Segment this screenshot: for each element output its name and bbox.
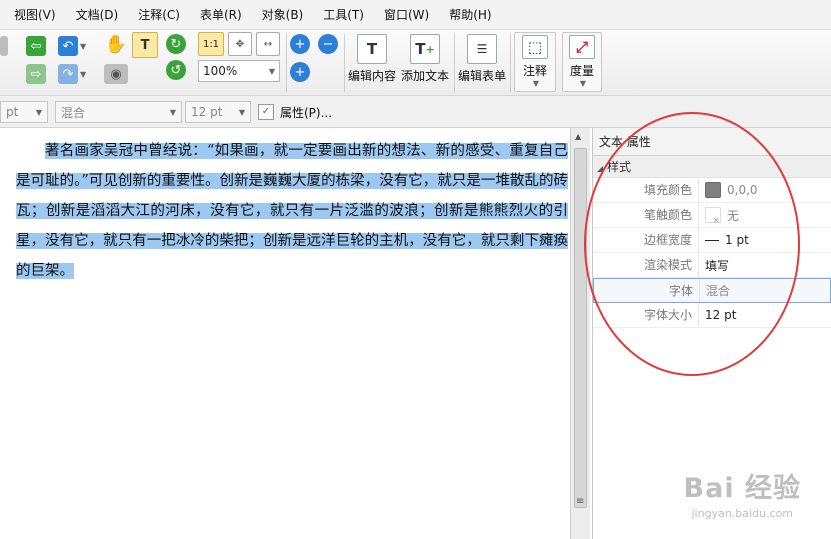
properties-button[interactable]: ✓ 属性(P)... <box>258 101 332 123</box>
rotate-ccw-icon[interactable]: ↺ <box>166 60 186 80</box>
menu-object[interactable]: 对象(B) <box>252 0 314 30</box>
zoom-in-magnifier-icon[interactable]: + <box>290 34 310 54</box>
font-select[interactable]: 混合 ▼ <box>55 101 182 123</box>
selected-paragraph[interactable]: 著名画家吴冠中曾经说：“如果画，就一定要画出新的想法、新的感受、重复自己是可耻的… <box>16 136 568 286</box>
font-size-label: 字体大小 <box>593 303 699 327</box>
zoom-out-icon[interactable]: − <box>318 34 338 54</box>
rotate-cw-icon[interactable]: ↻ <box>166 34 186 54</box>
menu-help[interactable]: 帮助(H) <box>439 0 501 30</box>
border-width-label: 边框宽度 <box>593 228 699 252</box>
panel-title: 文本 属性 <box>593 128 831 156</box>
line-width-icon <box>705 239 719 241</box>
menu-tools[interactable]: 工具(T) <box>313 0 374 30</box>
edit-content-button[interactable]: T 编辑内容 <box>348 34 396 84</box>
main-toolbar: ⇦ ⇨ ↶ ▼ ↷ ▼ ✋ T ◉ ↻ ↺ 1:1 ✥ ↔ 100% ▼ + − +… <box>0 30 831 96</box>
menu-view[interactable]: 视图(V) <box>4 0 66 30</box>
grip-icon: ≡ <box>576 496 585 507</box>
render-mode-label: 渲染模式 <box>593 253 699 277</box>
fit-page-icon[interactable]: ✥ <box>228 32 252 56</box>
measure-button[interactable]: ⤢ 度量 ▼ <box>562 32 602 92</box>
scrollbar-thumb[interactable] <box>574 148 587 508</box>
add-text-icon: T + <box>410 34 440 64</box>
edit-form-button[interactable]: ☰ 编辑表单 <box>458 34 506 84</box>
document-view[interactable]: 著名画家吴冠中曾经说：“如果画，就一定要画出新的想法、新的感受、重复自己是可耻的… <box>0 128 570 539</box>
fill-color-row[interactable]: 填充颜色 0,0,0 <box>593 178 831 203</box>
fill-color-value: 0,0,0 <box>727 183 758 197</box>
render-mode-row[interactable]: 渲染模式 填写 <box>593 253 831 278</box>
menu-bar: 视图(V) 文档(D) 注释(C) 表单(R) 对象(B) 工具(T) 窗口(W… <box>0 0 831 30</box>
fill-color-label: 填充颜色 <box>593 178 699 202</box>
stroke-color-row[interactable]: 笔触颜色 无 <box>593 203 831 228</box>
chevron-down-icon: ▼ <box>169 107 176 117</box>
font-value: 混合 <box>706 284 731 298</box>
border-width-value: 1 pt <box>725 233 749 247</box>
menu-window[interactable]: 窗口(W) <box>374 0 439 30</box>
chevron-down-icon: ▼ <box>268 66 275 76</box>
measure-icon: ⤢ <box>569 35 595 59</box>
annotate-button[interactable]: ⬚ 注释 ▼ <box>514 32 556 92</box>
stroke-color-value: 无 <box>727 208 740 223</box>
toolbar-divider <box>454 34 455 92</box>
annotate-icon: ⬚ <box>522 35 548 59</box>
expand-triangle-icon: ◢ <box>597 164 604 173</box>
menu-form[interactable]: 表单(R) <box>190 0 252 30</box>
font-row[interactable]: 字体 混合 <box>593 278 831 303</box>
menu-comment[interactable]: 注释(C) <box>128 0 190 30</box>
font-size-value: 12 pt <box>705 308 737 322</box>
render-mode-value: 填写 <box>705 258 730 273</box>
zoom-value: 100% <box>203 64 238 78</box>
vertical-scrollbar[interactable]: ▲ ≡ <box>570 128 590 539</box>
font-size-select[interactable]: 12 pt ▼ <box>185 101 251 123</box>
select-text-icon[interactable]: T <box>132 32 158 58</box>
properties-icon: ✓ <box>258 104 274 120</box>
fit-width-icon[interactable]: ↔ <box>256 32 280 56</box>
chevron-down-icon: ▼ <box>579 79 587 88</box>
partial-tool-icon[interactable] <box>0 36 8 56</box>
fill-color-swatch[interactable] <box>705 182 721 198</box>
toolbar-divider <box>510 34 511 92</box>
redo-icon[interactable]: ↷ ▼ <box>58 64 86 84</box>
toolbar-divider <box>344 34 345 92</box>
menu-document[interactable]: 文档(D) <box>66 0 129 30</box>
stroke-color-label: 笔触颜色 <box>593 203 699 227</box>
undo-icon[interactable]: ↶ ▼ <box>58 36 86 56</box>
hand-tool-icon[interactable]: ✋ <box>105 34 127 55</box>
size-select-partial[interactable]: pt ▼ <box>0 101 48 123</box>
add-text-button[interactable]: T + 添加文本 <box>401 34 449 84</box>
chevron-down-icon: ▼ <box>35 107 42 117</box>
font-size-row[interactable]: 字体大小 12 pt <box>593 303 831 328</box>
font-label: 字体 <box>594 279 700 302</box>
actual-size-icon[interactable]: 1:1 <box>198 32 224 56</box>
border-width-row[interactable]: 边框宽度 1 pt <box>593 228 831 253</box>
toolbar-divider <box>286 34 287 92</box>
format-bar: pt ▼ 混合 ▼ 12 pt ▼ ✓ 属性(P)... <box>0 96 831 128</box>
snapshot-camera-icon[interactable]: ◉ <box>104 64 128 84</box>
edit-content-icon: T <box>357 34 387 64</box>
chevron-down-icon: ▼ <box>532 79 540 88</box>
baidu-watermark: Bai 经验 jingyan.baidu.com <box>684 466 801 520</box>
zoom-select[interactable]: 100% ▼ <box>198 60 280 82</box>
edit-form-icon: ☰ <box>467 34 497 64</box>
watermark-url: jingyan.baidu.com <box>691 507 794 520</box>
stroke-color-swatch[interactable] <box>705 207 721 226</box>
style-section-header[interactable]: ◢ 样式 <box>593 156 831 178</box>
forward-doc-icon[interactable]: ⇨ <box>26 64 46 84</box>
back-arrow-icon[interactable]: ⇦ <box>26 36 46 56</box>
scroll-up-icon[interactable]: ▲ <box>575 132 581 141</box>
watermark-logo: Bai 经验 <box>683 473 801 504</box>
paragraph-text[interactable]: 著名画家吴冠中曾经说：“如果画，就一定要画出新的想法、新的感受、重复自己是可耻的… <box>16 143 568 279</box>
zoom-in-icon[interactable]: + <box>290 62 310 82</box>
chevron-down-icon: ▼ <box>238 107 245 117</box>
